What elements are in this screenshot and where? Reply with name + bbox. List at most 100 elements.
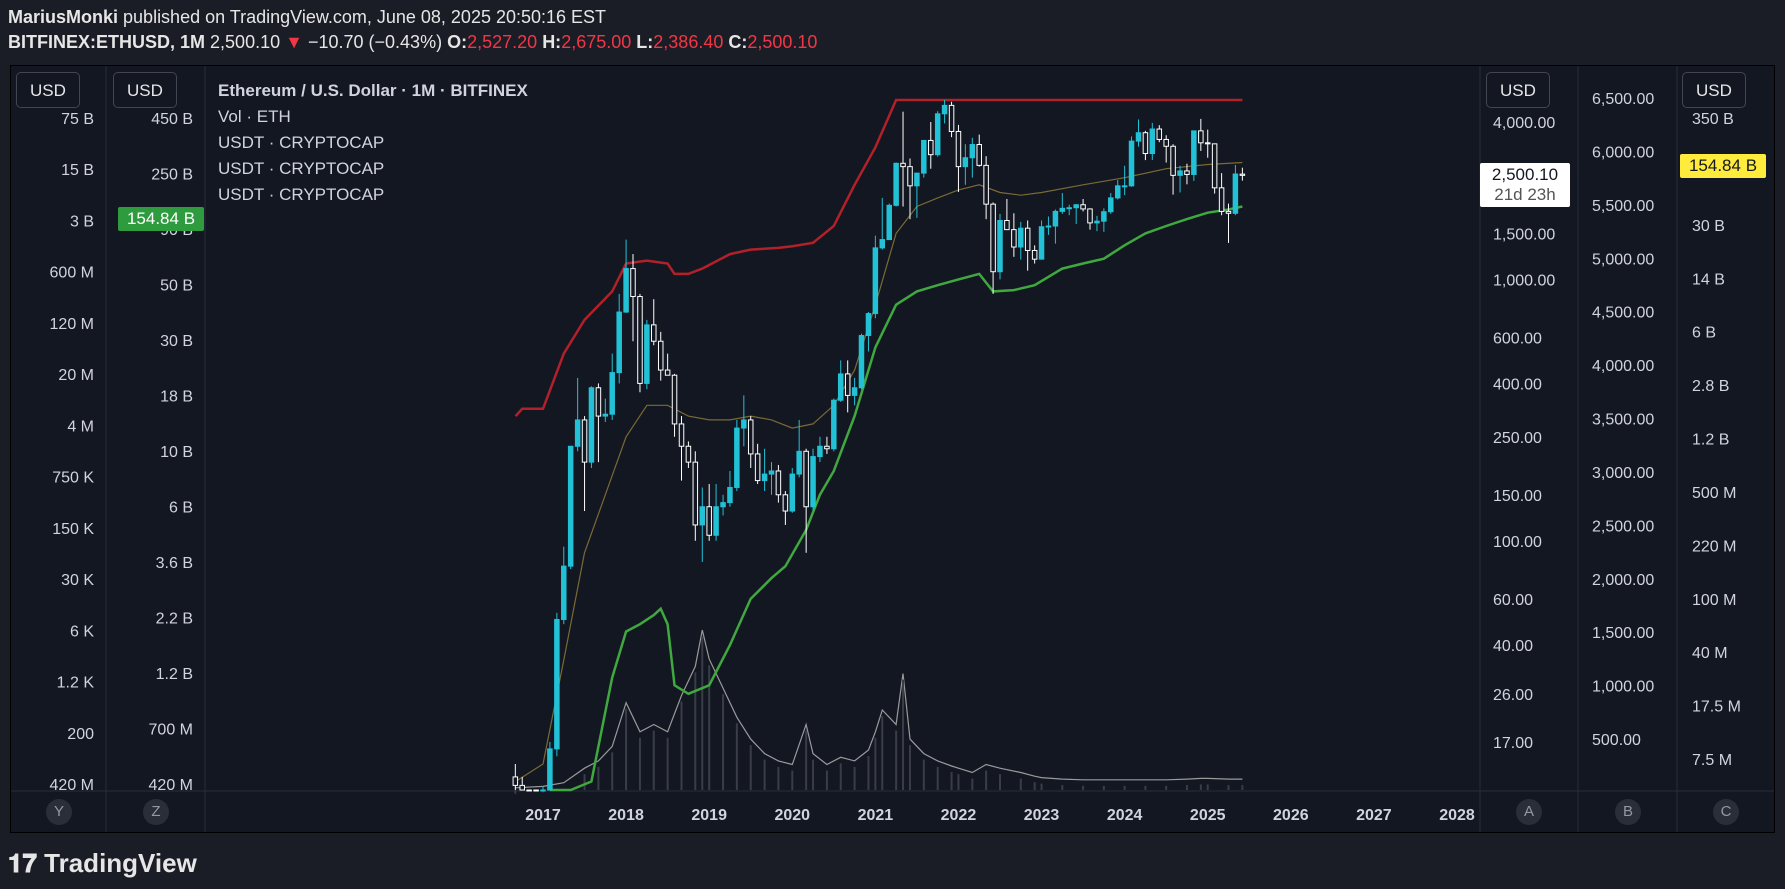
legend-usdt-2[interactable]: USDT · CRYPTOCAP (218, 156, 528, 182)
candle-body-64 (955, 130, 962, 168)
legend-title[interactable]: Ethereum / U.S. Dollar · 1M · BITFINEX (218, 78, 528, 104)
candle-body-93 (1156, 128, 1163, 140)
candle-body-14 (609, 372, 615, 415)
candle-body-88 (1121, 185, 1128, 188)
candle-body-65 (962, 157, 969, 168)
axis-z-tick-8: 3.6 B (156, 555, 193, 572)
currency-button-c[interactable]: USD (1682, 72, 1746, 108)
axis-c-tick-6: 1.2 B (1692, 432, 1729, 449)
candle-body-50 (858, 335, 865, 389)
candle-body-59 (921, 139, 927, 174)
scale-button-b[interactable]: B (1615, 799, 1641, 825)
candle-body-8 (567, 445, 574, 567)
axis-z-tick-11: 700 M (149, 722, 193, 739)
candle-body-78 (1052, 210, 1059, 227)
candle-body-71 (1004, 219, 1010, 231)
scale-button-y[interactable]: Y (46, 799, 72, 825)
candle-body-62 (941, 104, 948, 115)
candle-body-79 (1059, 207, 1066, 212)
candle-body-51 (865, 313, 872, 337)
axis-b-tick-5: 4,000.00 (1592, 358, 1654, 375)
axis-c-tick-8: 220 M (1692, 538, 1736, 555)
candle-body-35 (754, 453, 761, 482)
axis-a-tick-1: 1,500.00 (1493, 226, 1555, 243)
candle-body-67 (976, 144, 982, 166)
candle-body-16 (623, 268, 629, 313)
candle-body-95 (1170, 145, 1176, 176)
candle-body-86 (1108, 197, 1114, 213)
tv-logo-icon: 𝟏𝟕 (8, 848, 37, 878)
scale-button-a[interactable]: A (1516, 799, 1542, 825)
currency-button-y[interactable]: USD (16, 72, 80, 108)
axis-c-tick-3: 14 B (1692, 271, 1725, 288)
axis-y-tick-1: 15 B (61, 162, 94, 179)
axis-y-tick-8: 150 K (52, 521, 94, 538)
candle-body-75 (1031, 249, 1038, 260)
candle-body-68 (983, 164, 989, 205)
axis-c-tick-11: 17.5 M (1692, 699, 1741, 716)
candle-body-34 (747, 419, 754, 455)
candle-body-25 (685, 445, 692, 463)
axis-z-tick-9: 2.2 B (156, 611, 193, 628)
candle-body-100 (1204, 142, 1211, 145)
candle-body-24 (678, 423, 685, 447)
candle-body-43 (810, 456, 816, 508)
candle-body-99 (1198, 130, 1204, 144)
candle-body-54 (886, 204, 892, 241)
axis-y-tick-5: 20 M (58, 367, 94, 384)
axis-c-tick-9: 100 M (1692, 592, 1736, 609)
candle-body-76 (1038, 226, 1045, 260)
tradingview-logo[interactable]: 𝟏𝟕 TradingView (8, 848, 197, 880)
lower-band-line (549, 205, 1243, 792)
legend-usdt-1[interactable]: USDT · CRYPTOCAP (218, 130, 528, 156)
candle-body-73 (1018, 227, 1024, 248)
scale-button-c[interactable]: C (1713, 799, 1739, 825)
candle-body-98 (1191, 130, 1197, 175)
axis-a-tick-9: 40.00 (1493, 638, 1533, 655)
candle-body-55 (893, 162, 899, 206)
candle-body-82 (1080, 204, 1086, 210)
candle-body-63 (948, 104, 955, 132)
currency-button-z[interactable]: USD (113, 72, 177, 108)
axis-y-tick-4: 120 M (50, 316, 94, 333)
candle-body-36 (761, 473, 768, 482)
candle-body-81 (1073, 204, 1079, 209)
candle-body-72 (1011, 229, 1017, 248)
candle-body-83 (1087, 208, 1093, 224)
candle-body-52 (872, 247, 879, 315)
chart-legend: Ethereum / U.S. Dollar · 1M · BITFINEX V… (218, 78, 528, 208)
axis-z-tick-10: 1.2 B (156, 666, 193, 683)
axis-b-tick-0: 6,500.00 (1592, 91, 1654, 108)
candle-body-3 (533, 789, 539, 792)
axis-c-tick-0: 350 B (1692, 111, 1734, 128)
legend-volume[interactable]: Vol · ETH (218, 104, 528, 130)
candle-body-94 (1163, 138, 1169, 147)
axis-b-tick-12: 500.00 (1592, 732, 1641, 749)
candle-body-46 (831, 399, 837, 450)
candle-body-105 (1239, 173, 1246, 176)
candle-body-44 (817, 445, 823, 458)
x-tick-2018: 2018 (608, 807, 644, 824)
axis-a-tick-7: 100.00 (1493, 534, 1542, 551)
axis-b-tick-6: 3,500.00 (1592, 412, 1654, 429)
currency-button-a[interactable]: USD (1486, 72, 1550, 108)
candle-body-19 (644, 324, 650, 384)
candle-body-1 (519, 784, 525, 791)
candle-body-45 (824, 445, 830, 450)
candle-body-91 (1142, 132, 1149, 155)
axis-a-tick-8: 60.00 (1493, 592, 1533, 609)
axis-b-tick-9: 2,000.00 (1592, 572, 1654, 589)
candle-body-39 (782, 494, 789, 512)
candle-body-90 (1135, 132, 1142, 142)
x-tick-2028: 2028 (1439, 807, 1475, 824)
axis-y-tick-10: 6 K (70, 623, 94, 640)
mid-band-line (515, 161, 1243, 783)
candle-body-40 (789, 473, 796, 512)
candle-body-4 (540, 789, 546, 792)
scale-button-z[interactable]: Z (143, 799, 169, 825)
candle-body-22 (664, 369, 671, 376)
legend-usdt-3[interactable]: USDT · CRYPTOCAP (218, 182, 528, 208)
last-price-tag-value: 2,500.10 (1491, 165, 1559, 184)
candle-body-53 (879, 239, 886, 249)
candle-body-12 (595, 387, 602, 417)
